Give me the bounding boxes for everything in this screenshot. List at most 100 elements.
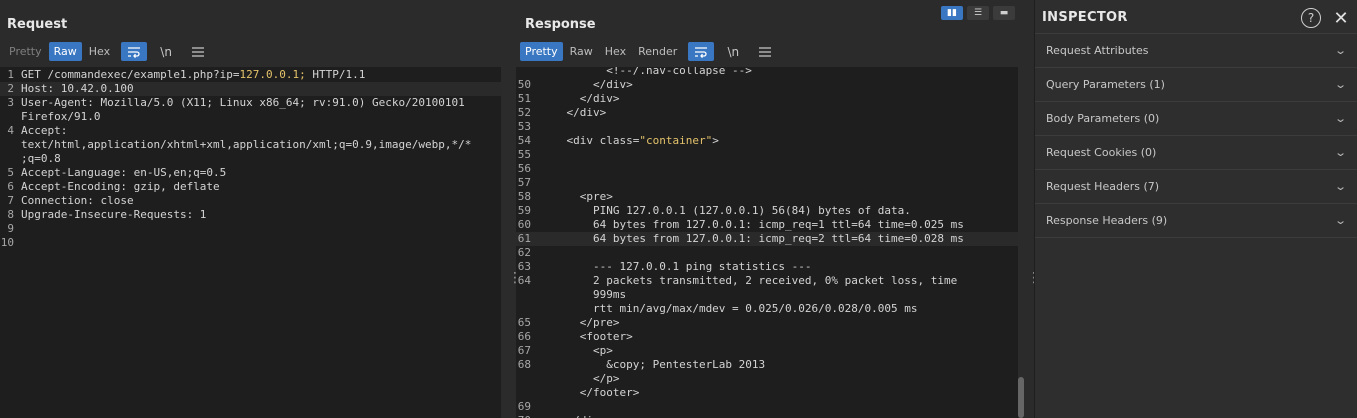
- line-number: 50: [517, 78, 531, 91]
- code-line: 6 Accept-Encoding: gzip, deflate: [0, 180, 501, 194]
- split-handle-icon[interactable]: ⋮: [508, 270, 522, 286]
- line-number: 51: [517, 92, 531, 105]
- close-icon[interactable]: ✕: [1331, 8, 1351, 29]
- response-tab-hex[interactable]: Hex: [600, 42, 631, 61]
- request-tab-hex[interactable]: Hex: [84, 42, 115, 61]
- line-number: 1: [7, 68, 14, 81]
- inspector-section-label: Request Cookies (0): [1046, 146, 1157, 159]
- wrap-icon[interactable]: [688, 42, 715, 61]
- response-editor[interactable]: <!--/.nav-collapse --> 50 </div> 51 </div>…: [516, 67, 1018, 418]
- line-number: 52: [517, 106, 531, 119]
- line-number: 70: [516, 414, 533, 418]
- code-line: 69: [516, 400, 1018, 414]
- inspector-panel: INSPECTOR ? ✕ Request Attributes ⌄ Query P…: [1034, 0, 1357, 418]
- line-text: ;q=0.8: [21, 152, 61, 166]
- code-token: </p>: [540, 372, 620, 385]
- code-token: <pre>: [540, 190, 613, 203]
- inspector-section[interactable]: Query Parameters (1) ⌄: [1035, 67, 1357, 102]
- line-number: 66: [517, 330, 531, 343]
- code-line: 1 GET /commandexec/example1.php?ip=127.0.…: [0, 68, 501, 82]
- code-line: 56: [516, 162, 1018, 176]
- inspector-section[interactable]: Request Cookies (0) ⌄: [1035, 135, 1357, 170]
- request-tab-raw[interactable]: Raw: [48, 42, 82, 61]
- code-token: Accept-Language: en-US,en;q=0.5: [21, 166, 227, 179]
- line-number: 57: [517, 176, 531, 189]
- code-token: </div>: [540, 106, 607, 119]
- code-token: </footer>: [540, 386, 640, 399]
- line-text: <p>: [540, 344, 613, 358]
- code-line: 55: [516, 148, 1018, 162]
- line-number: 55: [517, 148, 531, 161]
- line-text: rtt min/avg/max/mdev = 0.025/0.026/0.028…: [540, 302, 918, 316]
- response-tab-pretty[interactable]: Pretty: [520, 42, 563, 61]
- code-token: GET /commandexec/example1.php?ip=: [21, 68, 240, 81]
- inspector-title: INSPECTOR: [1042, 10, 1128, 25]
- chevron-down-icon[interactable]: ⌄: [1334, 214, 1347, 227]
- line-number: 68: [517, 358, 531, 371]
- line-number: 64: [517, 274, 531, 287]
- chevron-down-icon[interactable]: ⌄: [1334, 78, 1347, 91]
- line-text: <!--/.nav-collapse -->: [540, 67, 752, 78]
- newline-icon[interactable]: \n: [153, 42, 179, 61]
- line-number: 65: [517, 316, 531, 329]
- line-text: </pre>: [540, 316, 620, 330]
- code-token: </div>: [540, 92, 620, 105]
- code-token: <footer>: [540, 330, 633, 343]
- chevron-down-icon[interactable]: ⌄: [1334, 44, 1347, 57]
- code-line: text/html,application/xhtml+xml,applicat…: [0, 138, 501, 152]
- response-title: Response: [525, 17, 596, 32]
- menu-icon[interactable]: [185, 42, 211, 61]
- response-scrollbar[interactable]: [1018, 67, 1024, 418]
- code-token: 999ms: [540, 288, 627, 301]
- line-number: 63: [517, 260, 531, 273]
- layout-tabs-icon[interactable]: ▬: [993, 6, 1015, 20]
- code-line: 9: [0, 222, 501, 236]
- code-token: Host: 10.42.0.100: [21, 82, 134, 95]
- code-token: Accept:: [21, 124, 68, 137]
- line-number: 4: [7, 124, 14, 137]
- chevron-down-icon[interactable]: ⌄: [1334, 180, 1347, 193]
- line-text: <div class="container">: [540, 134, 719, 148]
- code-line: 999ms: [516, 288, 1018, 302]
- response-scroll-thumb[interactable]: [1018, 377, 1024, 418]
- code-line: 57: [516, 176, 1018, 190]
- help-icon[interactable]: ?: [1301, 8, 1321, 28]
- line-number: 10: [0, 236, 14, 249]
- code-token: >: [712, 134, 719, 147]
- code-line: 52 </div>: [516, 106, 1018, 120]
- inspector-section[interactable]: Request Attributes ⌄: [1035, 33, 1357, 68]
- newline-icon[interactable]: \n: [720, 42, 746, 61]
- line-text: </div>: [540, 92, 620, 106]
- code-line: 4 Accept:: [0, 124, 501, 138]
- response-tab-render[interactable]: Render: [633, 42, 682, 61]
- request-editor[interactable]: 1 GET /commandexec/example1.php?ip=127.0.…: [0, 67, 501, 418]
- inspector-section[interactable]: Response Headers (9) ⌄: [1035, 203, 1357, 238]
- response-tab-raw[interactable]: Raw: [565, 42, 598, 61]
- split-handle-icon[interactable]: ⋮: [1027, 270, 1041, 286]
- code-line: 50 </div>: [516, 78, 1018, 92]
- line-number: 54: [517, 134, 531, 147]
- code-line: 63 --- 127.0.0.1 ping statistics ---: [516, 260, 1018, 274]
- layout-side-by-side-icon[interactable]: ▮▮: [941, 6, 963, 20]
- request-tab-pretty[interactable]: Pretty: [4, 42, 47, 61]
- code-token: &copy; PentesterLab 2013: [540, 358, 766, 371]
- menu-icon[interactable]: [752, 42, 778, 61]
- chevron-down-icon[interactable]: ⌄: [1334, 146, 1347, 159]
- line-number: 67: [517, 344, 531, 357]
- wrap-icon[interactable]: [121, 42, 148, 61]
- code-token: HTTP/1.1: [305, 68, 366, 81]
- request-scrollbar[interactable]: [501, 67, 507, 418]
- line-text: <pre>: [540, 190, 613, 204]
- line-text: Host: 10.42.0.100: [21, 82, 134, 96]
- inspector-section[interactable]: Body Parameters (0) ⌄: [1035, 101, 1357, 136]
- chevron-down-icon[interactable]: ⌄: [1334, 112, 1347, 125]
- inspector-section[interactable]: Request Headers (7) ⌄: [1035, 169, 1357, 204]
- code-line: 5 Accept-Language: en-US,en;q=0.5: [0, 166, 501, 180]
- code-line: <!--/.nav-collapse -->: [516, 67, 1018, 78]
- inspector-section-label: Request Headers (7): [1046, 180, 1160, 193]
- layout-stacked-icon[interactable]: ☰: [967, 6, 989, 20]
- request-toolbar: Pretty Raw Hex \n: [4, 42, 211, 61]
- code-token: ;q=0.8: [21, 152, 61, 165]
- code-token: Upgrade-Insecure-Requests: 1: [21, 208, 207, 221]
- code-line: 8 Upgrade-Insecure-Requests: 1: [0, 208, 501, 222]
